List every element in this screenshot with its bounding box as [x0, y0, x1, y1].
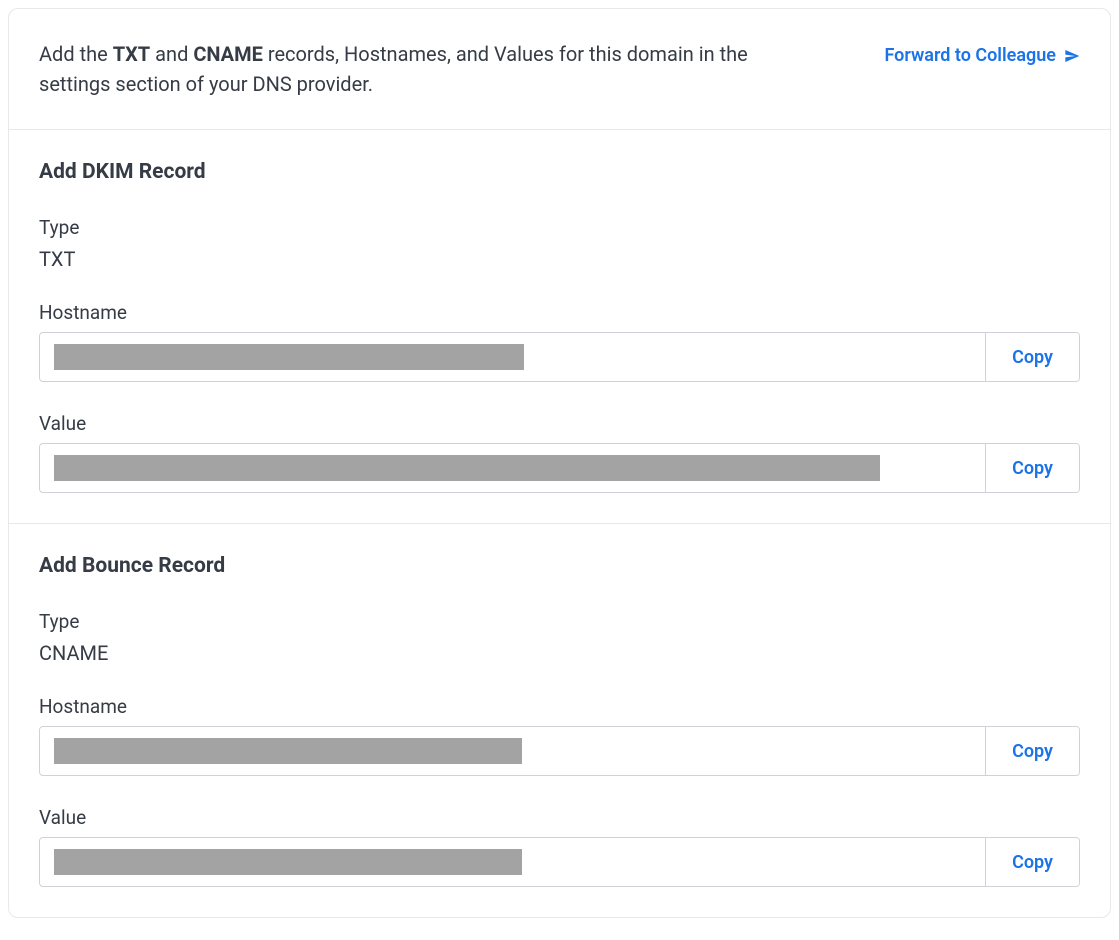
- dkim-hostname-label: Hostname: [39, 301, 1080, 324]
- dkim-value-value[interactable]: [40, 444, 985, 492]
- bounce-type-block: Type CNAME: [39, 610, 1080, 665]
- dkim-section: Add DKIM Record Type TXT Hostname Copy V…: [9, 129, 1110, 523]
- dkim-value-block: Value Copy: [39, 412, 1080, 493]
- bounce-type-value: CNAME: [39, 641, 108, 665]
- bounce-value-value[interactable]: [40, 838, 985, 886]
- redacted-placeholder: [54, 344, 524, 370]
- bounce-hostname-block: Hostname Copy: [39, 695, 1080, 776]
- bounce-hostname-row: Copy: [39, 726, 1080, 776]
- instr-mid: and: [150, 42, 193, 66]
- bounce-hostname-copy-button[interactable]: Copy: [985, 727, 1079, 775]
- redacted-placeholder: [54, 738, 522, 764]
- bounce-value-block: Value Copy: [39, 806, 1080, 887]
- cname-label: CNAME: [193, 42, 263, 66]
- paper-plane-icon: [1064, 48, 1080, 64]
- dkim-type-label: Type: [39, 216, 1080, 239]
- instructions-text: Add the TXT and CNAME records, Hostnames…: [39, 39, 799, 99]
- dkim-title: Add DKIM Record: [39, 160, 1080, 184]
- bounce-value-row: Copy: [39, 837, 1080, 887]
- instr-pre: Add the: [39, 42, 113, 66]
- forward-label: Forward to Colleague: [884, 45, 1056, 66]
- dkim-value-label: Value: [39, 412, 1080, 435]
- dkim-type-block: Type TXT: [39, 216, 1080, 271]
- dkim-hostname-value[interactable]: [40, 333, 985, 381]
- bounce-value-label: Value: [39, 806, 1080, 829]
- bounce-value-copy-button[interactable]: Copy: [985, 838, 1079, 886]
- txt-label: TXT: [113, 42, 150, 66]
- dkim-hostname-block: Hostname Copy: [39, 301, 1080, 382]
- dkim-value-copy-button[interactable]: Copy: [985, 444, 1079, 492]
- redacted-placeholder: [54, 455, 880, 481]
- dkim-hostname-row: Copy: [39, 332, 1080, 382]
- dkim-type-value: TXT: [39, 247, 75, 271]
- dkim-hostname-copy-button[interactable]: Copy: [985, 333, 1079, 381]
- dkim-value-row: Copy: [39, 443, 1080, 493]
- bounce-type-label: Type: [39, 610, 1080, 633]
- bounce-hostname-label: Hostname: [39, 695, 1080, 718]
- forward-to-colleague-link[interactable]: Forward to Colleague: [884, 39, 1080, 66]
- redacted-placeholder: [54, 849, 522, 875]
- bounce-hostname-value[interactable]: [40, 727, 985, 775]
- header-row: Add the TXT and CNAME records, Hostnames…: [9, 9, 1110, 129]
- dns-settings-card: Add the TXT and CNAME records, Hostnames…: [8, 8, 1111, 918]
- bounce-section: Add Bounce Record Type CNAME Hostname Co…: [9, 523, 1110, 917]
- bounce-title: Add Bounce Record: [39, 554, 1080, 578]
